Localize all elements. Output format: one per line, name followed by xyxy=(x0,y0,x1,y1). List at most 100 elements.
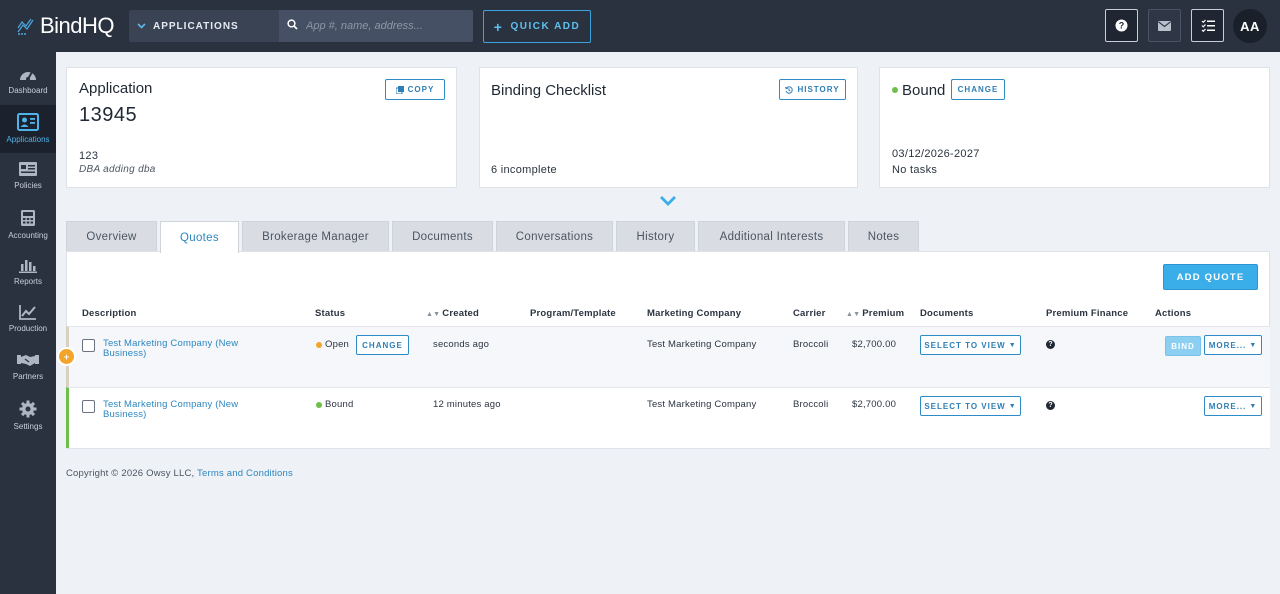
sidebar-item-settings[interactable]: Settings xyxy=(0,392,56,440)
copy-icon xyxy=(395,85,404,94)
tab-overview[interactable]: Overview xyxy=(66,221,157,252)
sidebar-item-label: Accounting xyxy=(8,231,48,240)
sidebar-item-label: Reports xyxy=(13,277,42,286)
column-header-actions: Actions xyxy=(1155,308,1192,319)
sidebar-item-accounting[interactable]: Accounting xyxy=(0,201,56,249)
caret-down-icon: ▼ xyxy=(1249,341,1258,349)
premium-finance-help-icon[interactable]: ? xyxy=(1046,401,1055,410)
tab-notes[interactable]: Notes xyxy=(848,221,919,252)
quote-carrier: Broccoli xyxy=(793,399,829,410)
sort-icon: ▲▼ xyxy=(426,311,441,318)
quote-created: seconds ago xyxy=(433,339,490,350)
more-actions-button[interactable]: MORE... ▼ xyxy=(1204,335,1262,355)
row-checkbox[interactable] xyxy=(82,400,95,413)
documents-select[interactable]: SELECT TO VIEW ▼ xyxy=(920,396,1021,416)
quick-add-label: QUICK ADD xyxy=(510,21,581,32)
tab-quotes[interactable]: Quotes xyxy=(160,221,239,253)
svg-text:?: ? xyxy=(1119,21,1125,31)
logo-text: BindHQ xyxy=(40,13,115,38)
terms-link[interactable]: Terms and Conditions xyxy=(197,468,293,479)
column-header-documents: Documents xyxy=(920,308,974,319)
sidebar-item-partners[interactable]: Partners xyxy=(0,344,56,392)
application-dba: DBA adding dba xyxy=(79,164,156,175)
column-header-description: Description xyxy=(82,308,137,319)
column-header-carrier: Carrier xyxy=(793,308,826,319)
binding-checklist-title: Binding Checklist xyxy=(491,82,607,99)
sidebar-item-label: Production xyxy=(8,324,48,333)
documents-select[interactable]: SELECT TO VIEW ▼ xyxy=(920,335,1021,355)
sidebar-item-reports[interactable]: Reports xyxy=(0,249,56,297)
sidebar-item-label: Settings xyxy=(13,422,43,431)
bind-button[interactable]: BIND xyxy=(1165,336,1201,356)
column-header-premium[interactable]: ▲▼ Premium xyxy=(846,308,904,319)
documents-select-label: SELECT TO VIEW xyxy=(924,401,1006,411)
copy-button[interactable]: COPY xyxy=(385,79,445,100)
application-card-title: Application xyxy=(79,80,153,97)
caret-down-icon: ▼ xyxy=(1249,402,1258,410)
chevron-down-icon xyxy=(137,21,146,32)
search-box xyxy=(279,10,473,42)
caret-down-icon: ▼ xyxy=(1008,402,1017,410)
history-button[interactable]: HISTORY xyxy=(779,79,846,100)
expand-chevron-icon[interactable] xyxy=(659,194,677,212)
add-note-marker-icon[interactable]: + xyxy=(57,347,76,366)
sidebar-item-policies[interactable]: Policies xyxy=(0,153,56,201)
envelope-icon xyxy=(1158,20,1171,31)
quote-marketing-company: Test Marketing Company xyxy=(647,399,757,410)
application-number: 13945 xyxy=(79,104,138,126)
checklist-status: 6 incomplete xyxy=(491,164,557,176)
change-label: CHANGE xyxy=(957,85,999,94)
change-status-button[interactable]: CHANGE xyxy=(951,79,1005,100)
change-quote-status-button[interactable]: CHANGE xyxy=(356,335,409,355)
sidebar-item-label: Applications xyxy=(6,135,50,144)
quote-description-link[interactable]: Test Marketing Company (New Business) xyxy=(103,339,278,359)
sidebar-item-production[interactable]: Production xyxy=(0,296,56,344)
column-header-created[interactable]: ▲▼ Created xyxy=(426,308,479,319)
application-line1: 123 xyxy=(79,150,99,162)
sort-icon: ▲▼ xyxy=(846,311,861,318)
column-header-program: Program/Template xyxy=(530,308,616,319)
quote-created: 12 minutes ago xyxy=(433,399,501,410)
bindhq-logo[interactable]: BindHQ xyxy=(16,13,115,39)
help-button[interactable]: ? xyxy=(1105,9,1138,42)
sidebar-item-label: Partners xyxy=(12,372,44,381)
user-avatar[interactable]: AA xyxy=(1233,9,1267,43)
sidebar-item-label: Policies xyxy=(14,181,42,190)
row-checkbox[interactable] xyxy=(82,339,95,352)
premium-finance-help-icon[interactable]: ? xyxy=(1046,340,1055,349)
application-card: Application COPY 13945 123 DBA adding db… xyxy=(66,67,457,188)
quote-description-link[interactable]: Test Marketing Company (New Business) xyxy=(103,400,278,420)
add-quote-button[interactable]: ADD QUOTE xyxy=(1163,264,1258,290)
documents-select-label: SELECT TO VIEW xyxy=(924,340,1006,350)
tab-documents[interactable]: Documents xyxy=(392,221,493,252)
tab-history[interactable]: History xyxy=(616,221,695,252)
history-icon xyxy=(785,85,794,94)
line-chart-icon xyxy=(19,305,36,320)
handshake-icon xyxy=(17,355,39,366)
quick-add-button[interactable]: + QUICK ADD xyxy=(483,10,591,43)
history-label: HISTORY xyxy=(797,85,840,94)
status-dot xyxy=(316,402,322,408)
plus-icon: + xyxy=(493,18,504,35)
checklist-icon xyxy=(1201,19,1215,32)
bar-chart-icon xyxy=(19,260,37,273)
sidebar: Dashboard Applications Policies Accounti… xyxy=(0,52,56,594)
logo-mark-icon xyxy=(17,18,34,35)
application-type-select[interactable]: APPLICATIONS xyxy=(129,10,279,42)
tab-conversations[interactable]: Conversations xyxy=(496,221,613,252)
quote-status: Open xyxy=(325,339,350,350)
tab-brokerage-manager[interactable]: Brokerage Manager xyxy=(242,221,389,252)
copyright-text: Copyright © 2026 Owsy LLC, xyxy=(66,468,195,479)
document-list-icon xyxy=(19,162,37,176)
application-type-label: APPLICATIONS xyxy=(153,20,239,32)
sidebar-item-dashboard[interactable]: Dashboard xyxy=(0,58,56,106)
top-bar: BindHQ APPLICATIONS + QUICK ADD ? AA xyxy=(0,0,1280,52)
messages-button[interactable] xyxy=(1148,9,1181,42)
tasks-button[interactable] xyxy=(1191,9,1224,42)
column-header-label: Premium xyxy=(862,308,905,319)
tab-additional-interests[interactable]: Additional Interests xyxy=(698,221,845,252)
policy-dates: 03/12/2026-2027 xyxy=(892,148,980,160)
search-input[interactable] xyxy=(306,20,466,32)
more-actions-button[interactable]: MORE... ▼ xyxy=(1204,396,1262,416)
sidebar-item-applications[interactable]: Applications xyxy=(0,105,56,153)
